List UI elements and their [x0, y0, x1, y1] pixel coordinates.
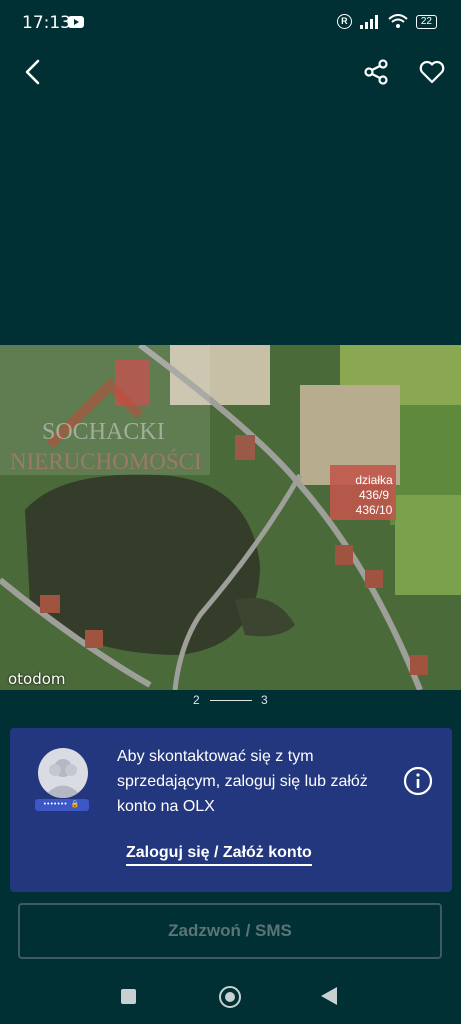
call-sms-button[interactable]: Zadzwoń / SMS	[18, 903, 442, 959]
password-chip: ••••••• 🔒	[35, 799, 89, 811]
heart-icon[interactable]	[418, 58, 446, 86]
signal-icon	[359, 14, 378, 29]
plot-label-line2: 436/9	[358, 488, 390, 502]
nav-back-icon[interactable]	[321, 987, 337, 1005]
plot-label-line3: 436/10	[355, 503, 393, 517]
status-bar: 17:13 R 22	[0, 0, 461, 44]
plot-label-line1: działka	[355, 473, 393, 487]
system-nav-bar	[0, 972, 461, 1024]
status-icons: R 22	[336, 14, 437, 29]
otodom-logo: otodom	[8, 670, 66, 688]
watermark-line2: NIERUCHOMOŚCI	[10, 449, 202, 474]
user-silhouette-icon	[43, 759, 83, 798]
youtube-icon	[68, 16, 84, 28]
login-prompt-card: ••••••• 🔒 Aby skontaktować się z tym spr…	[10, 728, 452, 892]
status-time: 17:13	[22, 13, 71, 33]
pager-line	[210, 700, 252, 701]
back-arrow-icon[interactable]	[20, 58, 48, 86]
info-icon[interactable]	[403, 766, 433, 796]
battery-icon: 22	[415, 14, 437, 29]
photo-pager: 2 3	[0, 691, 461, 709]
pager-next: 3	[261, 693, 268, 707]
plot-label: działka 436/9 436/10	[346, 473, 402, 518]
avatar	[38, 748, 88, 798]
recent-apps-icon[interactable]	[121, 989, 136, 1004]
pager-current: 2	[193, 693, 200, 707]
login-register-link[interactable]: Zaloguj się / Załóż konto	[126, 844, 312, 866]
watermark-line1: SOCHACKI	[42, 419, 165, 445]
registered-icon: R	[336, 14, 352, 29]
share-icon[interactable]	[362, 58, 390, 86]
wifi-icon	[388, 14, 408, 28]
login-message: Aby skontaktować się z tym sprzedającym,…	[117, 748, 368, 815]
home-icon[interactable]	[219, 986, 241, 1008]
